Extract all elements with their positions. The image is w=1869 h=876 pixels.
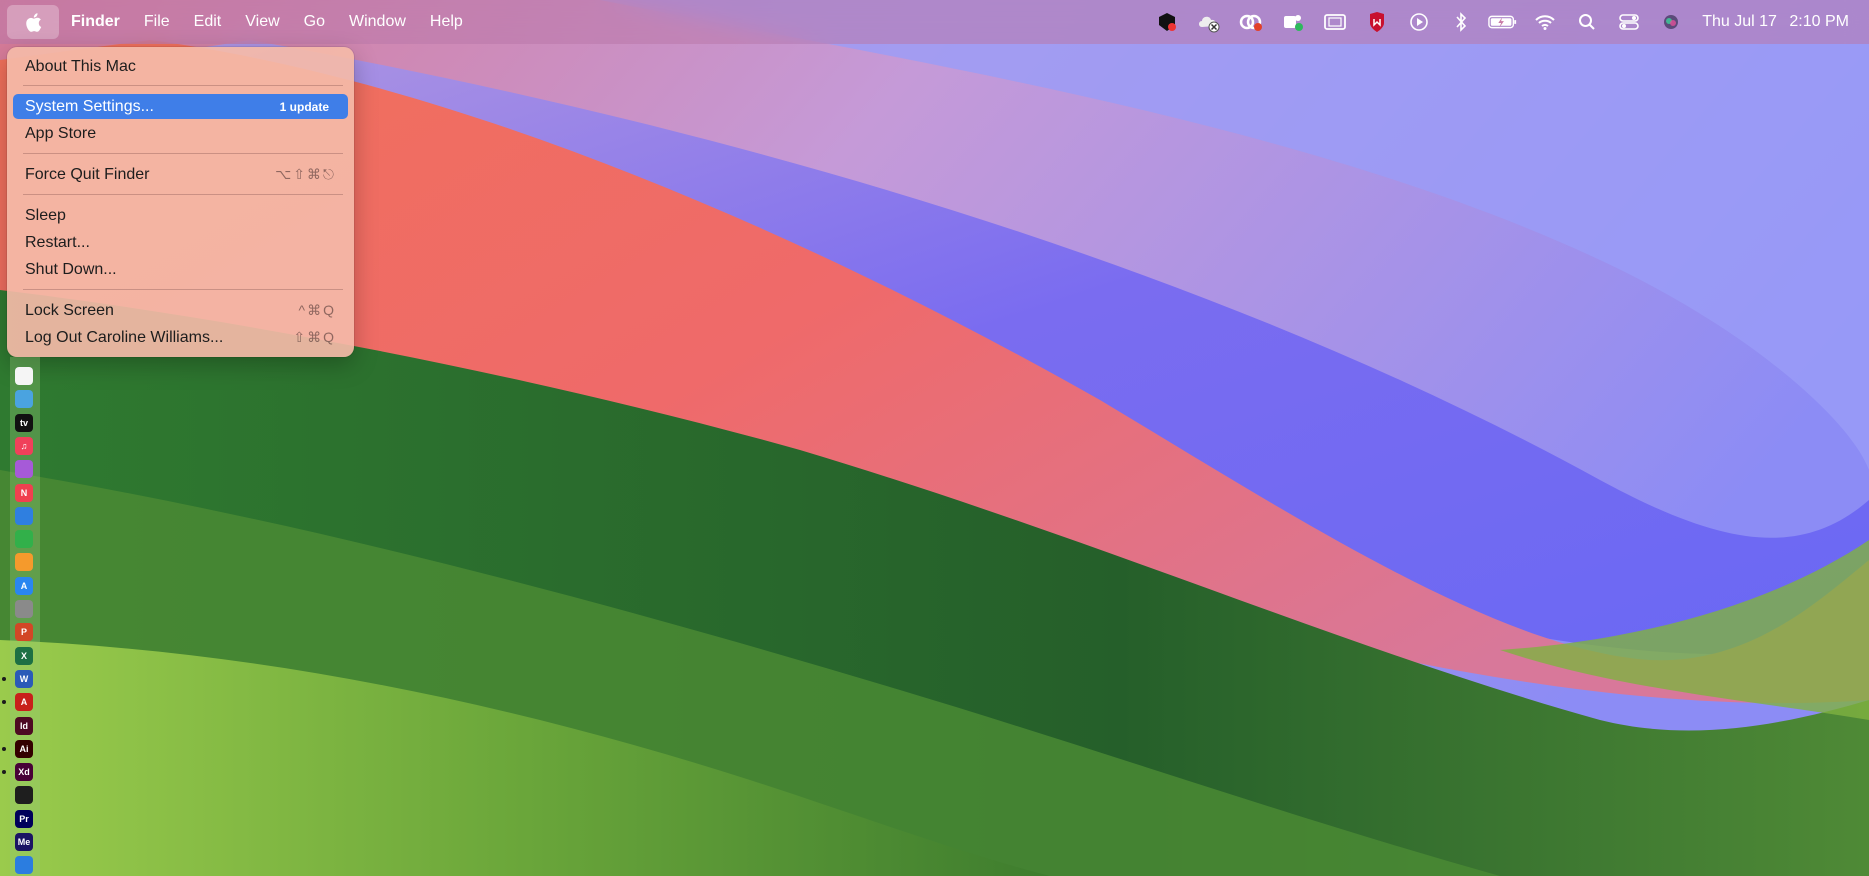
menu-item-label: Lock Screen: [25, 301, 114, 319]
news-icon[interactable]: N: [15, 483, 33, 502]
app-store-icon[interactable]: A: [15, 576, 33, 595]
menu-item-log-out[interactable]: Log Out Caroline Williams... ⇧⌘Q: [13, 325, 348, 350]
keyboard-shortcut: ^⌘Q: [298, 302, 336, 318]
menu-edit[interactable]: Edit: [182, 0, 234, 44]
search-icon[interactable]: [1572, 7, 1602, 37]
keyboard-shortcut: ⌥⇧⌘⎋: [275, 166, 336, 182]
menu-item-sleep[interactable]: Sleep: [13, 203, 348, 228]
menu-item-label: Sleep: [25, 206, 66, 224]
clock-time: 2:10 PM: [1789, 13, 1849, 30]
menu-bar: Finder File Edit View Go Window Help Thu…: [0, 0, 1869, 44]
menu-separator: [23, 194, 343, 195]
notes-icon[interactable]: [15, 367, 33, 385]
creative-cloud-icon[interactable]: [1236, 7, 1266, 37]
update-badge: 1 update: [279, 99, 329, 114]
menu-item-force-quit[interactable]: Force Quit Finder ⌥⇧⌘⎋: [13, 162, 348, 187]
menu-go[interactable]: Go: [292, 0, 337, 44]
podcasts-icon[interactable]: [15, 460, 33, 479]
wifi-icon[interactable]: [1530, 7, 1560, 37]
word-icon[interactable]: W: [15, 669, 33, 688]
excel-icon[interactable]: X: [15, 646, 33, 665]
siri-icon[interactable]: [1656, 7, 1686, 37]
menu-item-restart[interactable]: Restart...: [13, 230, 348, 255]
menu-file[interactable]: File: [132, 0, 182, 44]
menubar-clock[interactable]: Thu Jul 17 2:10 PM: [1702, 13, 1849, 31]
apple-menu-button[interactable]: [7, 5, 59, 39]
menu-item-label: System Settings...: [25, 97, 154, 115]
menu-item-label: Log Out Caroline Williams...: [25, 328, 224, 346]
menu-item-label: About This Mac: [25, 57, 136, 75]
menu-separator: [23, 153, 343, 154]
menu-item-label: Shut Down...: [25, 260, 117, 278]
running-indicator: [2, 746, 6, 751]
freeform-icon[interactable]: [15, 390, 33, 409]
system-settings-icon[interactable]: [15, 600, 33, 618]
menu-item-app-store[interactable]: App Store: [13, 121, 348, 146]
menu-item-about-this-mac[interactable]: About This Mac: [13, 54, 348, 79]
numbers-icon[interactable]: [15, 530, 33, 549]
control-center-icon[interactable]: [1614, 7, 1644, 37]
music-icon[interactable]: ♫: [15, 436, 33, 455]
cloud-sync-icon[interactable]: [1194, 7, 1224, 37]
menu-separator: [23, 289, 343, 290]
menu-item-lock-screen[interactable]: Lock Screen ^⌘Q: [13, 298, 348, 323]
menu-window[interactable]: Window: [337, 0, 418, 44]
premiere-icon[interactable]: Pr: [15, 809, 33, 828]
xd-icon[interactable]: Xd: [15, 763, 33, 782]
pages-icon[interactable]: [15, 553, 33, 572]
apple-logo-icon: [26, 12, 42, 32]
screen-mirror-icon[interactable]: [1320, 7, 1350, 37]
menu-item-label: App Store: [25, 124, 97, 142]
dock: tv ♫ N A P X W A Id Ai Xd Pr Me: [2, 357, 40, 876]
menu-item-label: Restart...: [25, 233, 90, 251]
onedrive-icon[interactable]: [15, 856, 33, 875]
menu-separator: [23, 85, 343, 86]
apple-menu-dropdown: About This Mac System Settings... 1 upda…: [7, 47, 354, 357]
teams-icon[interactable]: [1278, 7, 1308, 37]
menu-item-label: Force Quit Finder: [25, 165, 150, 183]
indesign-icon[interactable]: Id: [15, 716, 33, 735]
clock-date: Thu Jul 17: [1702, 13, 1777, 30]
figma-icon[interactable]: [15, 786, 33, 805]
app-menu-finder[interactable]: Finder: [59, 0, 132, 44]
apple-tv-icon[interactable]: tv: [15, 413, 33, 432]
acrobat-icon[interactable]: A: [15, 693, 33, 712]
menu-item-system-settings[interactable]: System Settings... 1 update: [13, 94, 348, 119]
keynote-icon[interactable]: [15, 506, 33, 525]
powerpoint-icon[interactable]: P: [15, 623, 33, 642]
running-indicator: [2, 676, 6, 681]
keyboard-shortcut: ⇧⌘Q: [293, 329, 336, 345]
play-icon[interactable]: [1404, 7, 1434, 37]
menu-item-shut-down[interactable]: Shut Down...: [13, 257, 348, 282]
menu-help[interactable]: Help: [418, 0, 475, 44]
bluetooth-icon[interactable]: [1446, 7, 1476, 37]
menu-view[interactable]: View: [233, 0, 291, 44]
illustrator-icon[interactable]: Ai: [15, 739, 33, 758]
privacy-shield-icon[interactable]: [1152, 7, 1182, 37]
battery-icon[interactable]: [1488, 7, 1518, 37]
mcafee-icon[interactable]: [1362, 7, 1392, 37]
media-encoder-icon[interactable]: Me: [15, 833, 33, 851]
